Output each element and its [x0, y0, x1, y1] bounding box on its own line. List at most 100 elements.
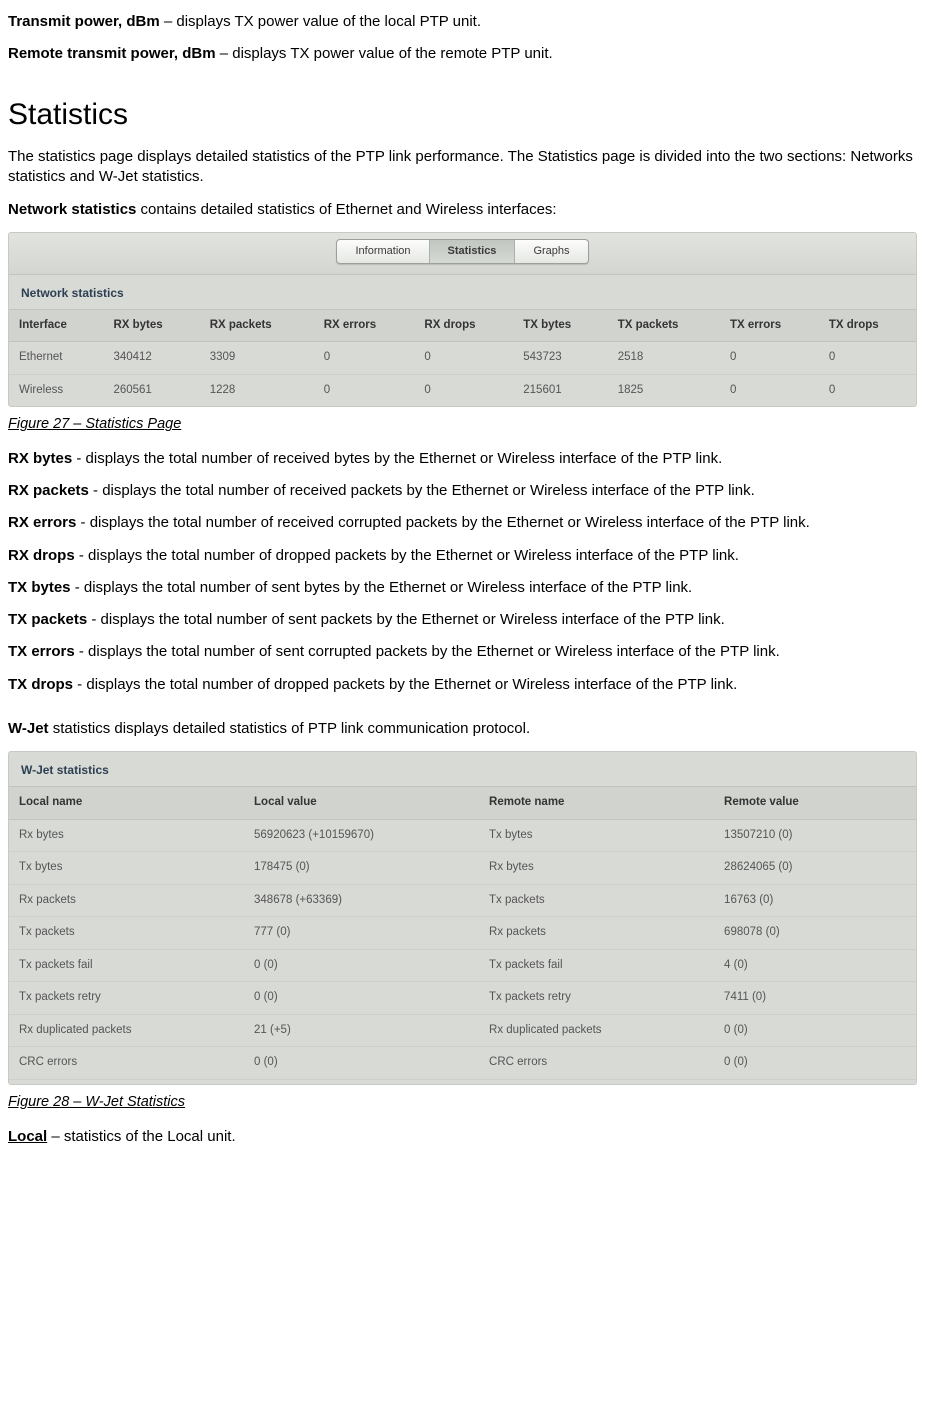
figure-27-caption: Figure 27 – Statistics Page: [8, 415, 917, 435]
table-cell: 7411 (0): [714, 982, 916, 1015]
table-cell: 21 (+5): [244, 1015, 479, 1048]
statistics-heading: Statistics: [8, 95, 917, 136]
table-cell: CRC errors: [479, 1047, 714, 1080]
wjet-statistics-table: Local nameLocal valueRemote nameRemote v…: [9, 786, 916, 1080]
definition-text: - displays the total number of sent corr…: [75, 643, 780, 660]
network-statistics-lead: Network statistics contains detailed sta…: [8, 200, 917, 220]
netstats-col-header: RX drops: [414, 309, 513, 342]
table-header-row: Local nameLocal valueRemote nameRemote v…: [9, 786, 916, 820]
field-definition: TX packets - displays the total number o…: [8, 610, 917, 630]
tab-statistics[interactable]: Statistics: [430, 240, 516, 263]
table-cell: Rx packets: [9, 885, 244, 918]
wjet-lead: W-Jet statistics displays detailed stati…: [8, 719, 917, 739]
table-cell: 2518: [608, 342, 720, 375]
field-definition: TX bytes - displays the total number of …: [8, 578, 917, 598]
netstats-col-header: TX bytes: [513, 309, 607, 342]
wjet-col-header: Local name: [9, 786, 244, 820]
table-cell: 28624065 (0): [714, 852, 916, 885]
table-cell: Tx packets: [9, 917, 244, 950]
definition-term: TX drops: [8, 676, 73, 693]
definition-term: RX bytes: [8, 450, 72, 467]
table-cell: Tx packets retry: [9, 982, 244, 1015]
table-row: Rx duplicated packets21 (+5)Rx duplicate…: [9, 1015, 916, 1048]
definition-term: TX bytes: [8, 579, 71, 596]
table-cell: 56920623 (+10159670): [244, 820, 479, 853]
table-cell: Rx packets: [479, 917, 714, 950]
definition-text: - displays the total number of dropped p…: [75, 547, 739, 564]
netstats-col-header: TX errors: [720, 309, 819, 342]
local-definition: Local – statistics of the Local unit.: [8, 1127, 917, 1147]
table-row: Tx packets retry0 (0)Tx packets retry741…: [9, 982, 916, 1015]
definition-text: - displays the total number of received …: [72, 450, 722, 467]
table-cell: Rx bytes: [479, 852, 714, 885]
tab-bar: Information Statistics Graphs: [336, 239, 588, 264]
table-cell: Rx duplicated packets: [9, 1015, 244, 1048]
definition-term: TX errors: [8, 643, 75, 660]
table-cell: 0 (0): [244, 950, 479, 983]
wjet-statistics-title: W-Jet statistics: [9, 752, 916, 786]
table-cell: CRC errors: [9, 1047, 244, 1080]
network-statistics-table: InterfaceRX bytesRX packetsRX errorsRX d…: [9, 309, 916, 407]
table-cell: 0: [819, 374, 916, 406]
tab-information[interactable]: Information: [337, 240, 429, 263]
wjet-statistics-screenshot: W-Jet statistics Local nameLocal valueRe…: [8, 751, 917, 1085]
remote-txpower-definition: Remote transmit power, dBm – displays TX…: [8, 44, 917, 64]
wjet-col-header: Local value: [244, 786, 479, 820]
table-cell: 0: [314, 342, 415, 375]
network-statistics-term: Network statistics: [8, 201, 136, 218]
table-cell: 178475 (0): [244, 852, 479, 885]
table-cell: Ethernet: [9, 342, 103, 375]
txpower-term: Transmit power, dBm: [8, 13, 160, 30]
table-row: Ethernet340412330900543723251800: [9, 342, 916, 375]
table-cell: Rx bytes: [9, 820, 244, 853]
netstats-col-header: RX bytes: [103, 309, 199, 342]
table-cell: 13507210 (0): [714, 820, 916, 853]
txpower-desc: – displays TX power value of the local P…: [160, 13, 481, 30]
table-cell: 0 (0): [244, 982, 479, 1015]
wjet-col-header: Remote value: [714, 786, 916, 820]
table-cell: 3309: [200, 342, 314, 375]
tab-bar-row: Information Statistics Graphs: [9, 233, 916, 275]
table-cell: 4 (0): [714, 950, 916, 983]
table-cell: 215601: [513, 374, 607, 406]
network-statistics-rest: contains detailed statistics of Ethernet…: [136, 201, 556, 218]
field-definition: TX drops - displays the total number of …: [8, 675, 917, 695]
table-cell: Tx bytes: [479, 820, 714, 853]
netstats-col-header: TX packets: [608, 309, 720, 342]
table-cell: Tx packets retry: [479, 982, 714, 1015]
table-cell: Tx bytes: [9, 852, 244, 885]
table-cell: 0: [414, 374, 513, 406]
wjet-col-header: Remote name: [479, 786, 714, 820]
table-cell: Tx packets fail: [479, 950, 714, 983]
wjet-term: W-Jet: [8, 720, 49, 737]
table-cell: 348678 (+63369): [244, 885, 479, 918]
definition-text: - displays the total number of received …: [76, 514, 809, 531]
network-statistics-title: Network statistics: [9, 275, 916, 309]
table-cell: 543723: [513, 342, 607, 375]
definition-term: TX packets: [8, 611, 87, 628]
remote-txpower-desc: – displays TX power value of the remote …: [216, 45, 553, 62]
definition-term: RX packets: [8, 482, 89, 499]
table-cell: 0: [720, 374, 819, 406]
table-cell: 777 (0): [244, 917, 479, 950]
netstats-col-header: RX errors: [314, 309, 415, 342]
table-row: Tx bytes178475 (0)Rx bytes28624065 (0): [9, 852, 916, 885]
netstats-col-header: TX drops: [819, 309, 916, 342]
table-row: Tx packets777 (0)Rx packets698078 (0): [9, 917, 916, 950]
field-definition: RX drops - displays the total number of …: [8, 546, 917, 566]
table-cell: 1228: [200, 374, 314, 406]
table-cell: 0: [720, 342, 819, 375]
local-rest: – statistics of the Local unit.: [47, 1128, 235, 1145]
table-row: Wireless260561122800215601182500: [9, 374, 916, 406]
table-cell: 260561: [103, 374, 199, 406]
network-statistics-screenshot: Information Statistics Graphs Network st…: [8, 232, 917, 408]
definition-term: RX drops: [8, 547, 75, 564]
table-cell: 1825: [608, 374, 720, 406]
table-row: Tx packets fail0 (0)Tx packets fail4 (0): [9, 950, 916, 983]
table-cell: 0 (0): [714, 1047, 916, 1080]
tab-graphs[interactable]: Graphs: [515, 240, 587, 263]
table-cell: 0 (0): [714, 1015, 916, 1048]
table-row: CRC errors0 (0)CRC errors0 (0): [9, 1047, 916, 1080]
table-row: Rx bytes56920623 (+10159670)Tx bytes1350…: [9, 820, 916, 853]
table-cell: Wireless: [9, 374, 103, 406]
